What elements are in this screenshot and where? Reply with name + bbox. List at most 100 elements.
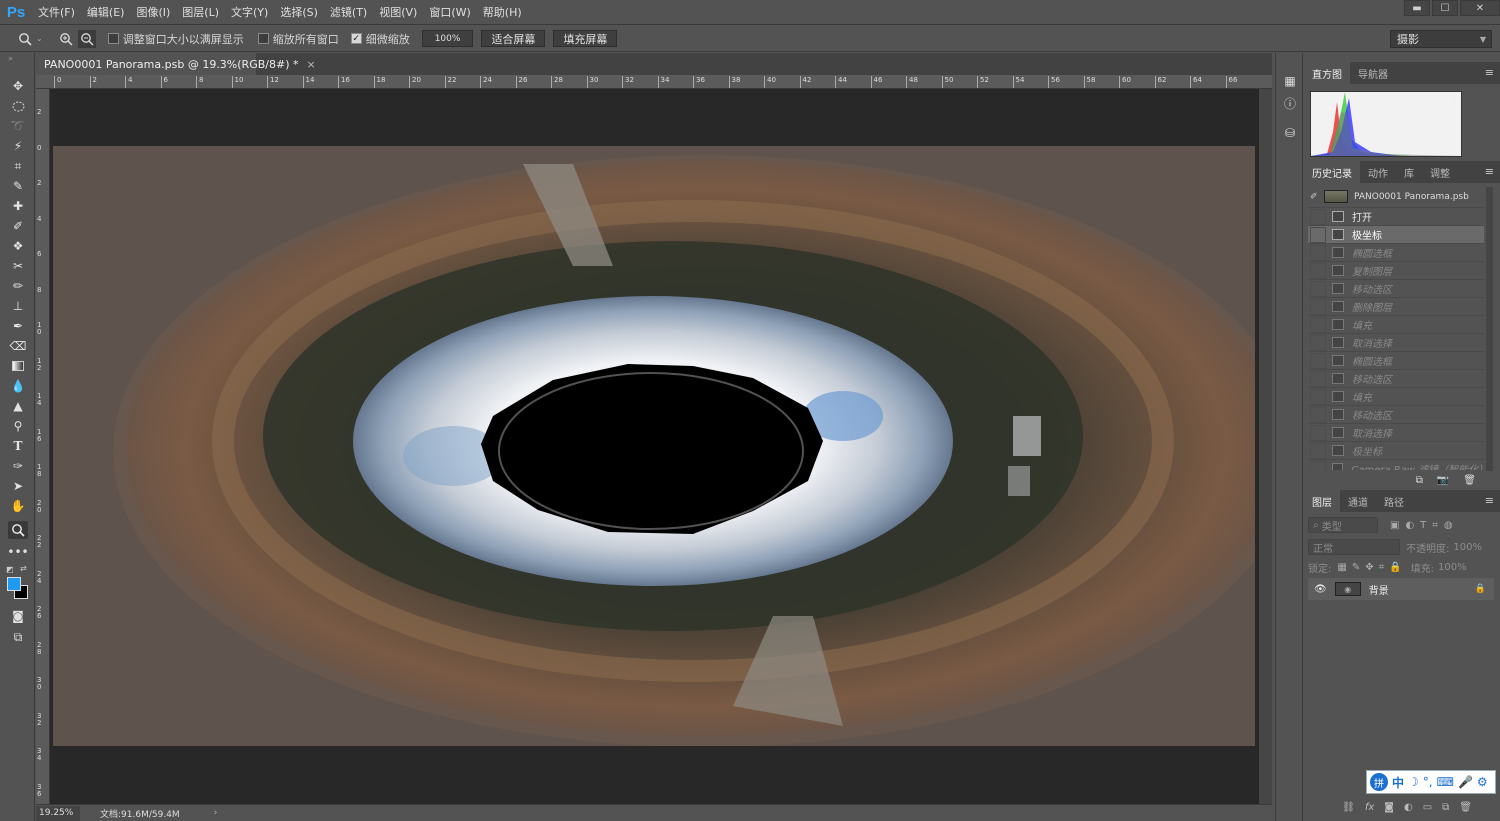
menu-view[interactable]: 视图(V) <box>373 4 423 20</box>
more-tools-icon[interactable]: ••• <box>7 543 28 561</box>
maximize-button[interactable]: ☐ <box>1432 0 1458 16</box>
menu-select[interactable]: 选择(S) <box>274 4 324 20</box>
blend-mode-select[interactable]: 正常 <box>1308 539 1400 555</box>
history-item[interactable]: 椭圆选框 <box>1308 244 1484 262</box>
tab-history[interactable]: 历史记录 <box>1304 161 1360 183</box>
moon-icon[interactable]: ☽ <box>1408 775 1419 789</box>
hand-tool-icon[interactable]: ✋ <box>8 497 28 515</box>
history-item[interactable]: 椭圆选框 <box>1308 352 1484 370</box>
layer-row-background[interactable]: 👁 ◉ 背景 🔒 <box>1308 578 1494 600</box>
new-layer-icon[interactable]: ⧉ <box>1442 802 1449 813</box>
crop-tool-icon[interactable]: ⌗ <box>8 157 28 175</box>
properties-panel-icon[interactable]: ▦ <box>1280 71 1300 91</box>
info-panel-icon[interactable]: ⓘ <box>1280 93 1300 113</box>
foreground-color-swatch[interactable] <box>7 577 21 591</box>
tab-actions[interactable]: 动作 <box>1360 161 1396 183</box>
pen-tool-icon[interactable]: ✑ <box>8 457 28 475</box>
minimize-button[interactable]: ▬ <box>1404 0 1430 16</box>
history-brush-source-box[interactable] <box>1310 406 1326 423</box>
clone-source-panel-icon[interactable]: ⛁ <box>1280 123 1300 143</box>
menu-file[interactable]: 文件(F) <box>32 4 81 20</box>
history-brush-source-box[interactable] <box>1310 442 1326 459</box>
zoom-level-field[interactable]: 19.25% <box>36 805 80 821</box>
zoom-all-option[interactable]: 缩放所有窗口 <box>257 31 339 47</box>
delete-layer-icon[interactable]: 🗑 <box>1459 802 1472 813</box>
collapse-icon[interactable]: » <box>8 54 13 63</box>
history-item[interactable]: 移动选区 <box>1308 280 1484 298</box>
history-item[interactable]: 移动选区 <box>1308 406 1484 424</box>
history-item[interactable]: 填充 <box>1308 316 1484 334</box>
menu-window[interactable]: 窗口(W) <box>423 4 476 20</box>
history-brush-source-box[interactable] <box>1310 280 1326 297</box>
zoom-tool-icon[interactable] <box>8 521 28 539</box>
sharpen-tool-icon[interactable]: ▲ <box>8 397 28 415</box>
history-brush-source-box[interactable] <box>1310 244 1326 261</box>
link-layers-icon[interactable]: ⛓ <box>1342 802 1355 813</box>
history-item[interactable]: 取消选择 <box>1308 334 1484 352</box>
menu-edit[interactable]: 编辑(E) <box>81 4 131 20</box>
type-tool-icon[interactable]: T <box>8 437 28 455</box>
zoom-all-checkbox[interactable] <box>257 33 269 44</box>
close-button[interactable]: ✕ <box>1460 0 1500 16</box>
visibility-eye-icon[interactable]: 👁 <box>1314 584 1327 595</box>
path-selection-tool-icon[interactable]: ➤ <box>8 477 28 495</box>
paint-brush-tool-icon[interactable]: ✏ <box>8 277 28 295</box>
clone-stamp-tool-icon[interactable]: ⊥ <box>8 297 28 315</box>
zoom-in-icon[interactable] <box>57 30 75 48</box>
add-mask-icon[interactable]: ◙ <box>1384 802 1394 813</box>
panel-menu-icon[interactable]: ≡ <box>1485 165 1494 178</box>
history-snapshot[interactable]: ✐ PANO0001 Panorama.psb <box>1308 186 1484 208</box>
resize-windows-checkbox[interactable] <box>107 33 119 44</box>
settings-gear-icon[interactable]: ⚙ <box>1477 775 1488 789</box>
eyedropper-tool-icon[interactable]: ✎ <box>8 177 28 195</box>
history-item[interactable]: 删除图层 <box>1308 298 1484 316</box>
history-brush-source-box[interactable] <box>1310 334 1326 351</box>
close-tab-icon[interactable]: × <box>306 58 315 71</box>
healing-brush-tool-icon[interactable]: ✚ <box>8 197 28 215</box>
tab-layers[interactable]: 图层 <box>1304 490 1340 512</box>
punctuation-icon[interactable]: °, <box>1423 775 1433 789</box>
tab-paths[interactable]: 路径 <box>1376 490 1412 512</box>
menu-type[interactable]: 文字(Y) <box>225 4 274 20</box>
ime-toolbar[interactable]: 拼 中 ☽ °, ⌨ 🎤 ⚙ <box>1366 770 1496 794</box>
lock-icons[interactable]: ▦✎✥⌗🔒 <box>1337 562 1406 573</box>
history-brush-source-box[interactable] <box>1310 352 1326 369</box>
panel-menu-icon[interactable]: ≡ <box>1485 494 1494 507</box>
menu-image[interactable]: 图像(I) <box>130 4 176 20</box>
marquee-tool-icon[interactable] <box>8 97 28 115</box>
scissors-tool-icon[interactable]: ✂ <box>8 257 28 275</box>
new-snapshot-icon[interactable]: 📷 <box>1437 475 1449 486</box>
history-item[interactable]: 打开 <box>1308 208 1484 226</box>
history-brush-source-box[interactable] <box>1310 370 1326 387</box>
move-tool-icon[interactable]: ✥ <box>8 77 28 95</box>
fill-screen-button[interactable]: 填充屏幕 <box>553 30 618 47</box>
resize-windows-option[interactable]: 调整窗口大小以满屏显示 <box>107 31 244 47</box>
ime-mode[interactable]: 中 <box>1392 774 1404 791</box>
history-item[interactable]: 移动选区 <box>1308 370 1484 388</box>
history-brush-tool-icon[interactable]: ✒ <box>8 317 28 335</box>
delete-state-icon[interactable]: 🗑 <box>1463 475 1476 486</box>
tab-channels[interactable]: 通道 <box>1340 490 1376 512</box>
zoom-100-button[interactable]: 100% <box>421 30 474 47</box>
screen-mode-icon[interactable]: ⧉ <box>8 628 28 646</box>
history-brush-icon[interactable]: ✐ <box>1310 192 1318 202</box>
adjustment-layer-icon[interactable]: ◐ <box>1404 802 1413 813</box>
history-scrollbar[interactable] <box>1486 187 1493 471</box>
keyboard-icon[interactable]: ⌨ <box>1437 775 1454 789</box>
patch-tool-icon[interactable]: ❖ <box>8 237 28 255</box>
cache-warning-icon[interactable]: ⚠ <box>1450 95 1460 108</box>
history-brush-source-box[interactable] <box>1310 262 1326 279</box>
zoom-out-icon[interactable] <box>77 29 96 48</box>
menu-filter[interactable]: 滤镜(T) <box>324 4 373 20</box>
history-brush-source-box[interactable] <box>1310 424 1326 441</box>
menu-layer[interactable]: 图层(L) <box>176 4 225 20</box>
history-item[interactable]: 取消选择 <box>1308 424 1484 442</box>
scrubby-zoom-checkbox[interactable]: ✓ <box>350 33 362 44</box>
history-item[interactable]: 填充 <box>1308 388 1484 406</box>
eraser-tool-icon[interactable]: ⌫ <box>8 337 28 355</box>
blur-tool-icon[interactable]: 💧 <box>8 377 28 395</box>
scrubby-zoom-option[interactable]: ✓ 细微缩放 <box>350 31 410 47</box>
history-brush-source-box[interactable] <box>1310 226 1326 243</box>
layer-style-icon[interactable]: fx <box>1365 802 1374 813</box>
quick-mask-icon[interactable]: ◙ <box>8 607 28 625</box>
